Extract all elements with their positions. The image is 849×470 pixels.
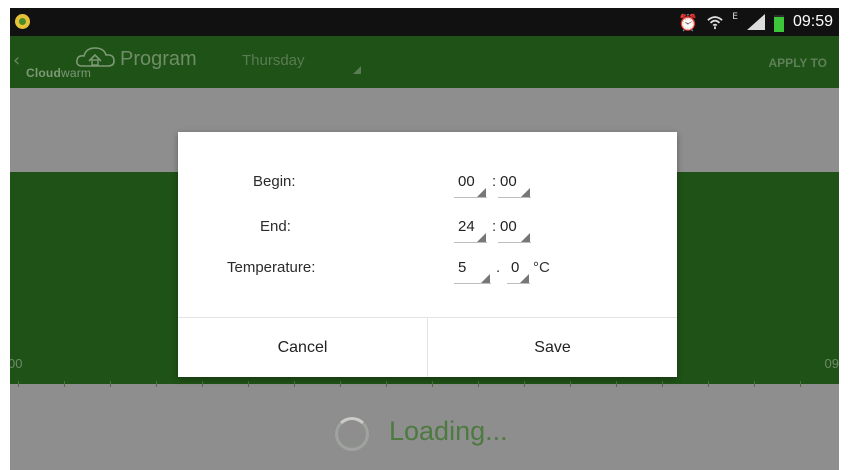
axis-tick <box>294 381 295 387</box>
network-type: E <box>732 12 738 22</box>
spinner-caret-icon[interactable] <box>521 233 530 242</box>
time-temperature-dialog: Begin: 00 : 00 End: 24 : 00 Temperature:… <box>178 132 677 377</box>
temperature-decimal-spinner[interactable]: 0 <box>511 259 519 276</box>
axis-tick <box>156 381 157 387</box>
time-separator: : <box>492 173 497 190</box>
alarm-icon: ⏰ <box>678 12 699 32</box>
wifi-icon <box>707 16 723 30</box>
app-notification-icon <box>15 14 30 29</box>
time-axis-ticks <box>10 381 839 393</box>
apply-to-button[interactable]: APPLY TO <box>769 56 827 70</box>
temperature-integer-spinner[interactable]: 5 <box>458 259 466 276</box>
axis-tick <box>754 381 755 387</box>
axis-end-label: 09 <box>824 356 839 371</box>
axis-tick <box>340 381 341 387</box>
axis-tick <box>662 381 663 387</box>
spinner-caret-icon[interactable] <box>477 188 486 197</box>
end-minute-underline <box>498 242 531 243</box>
spinner-caret-icon[interactable] <box>481 274 490 283</box>
brand-logo: Cloudwarm <box>26 66 91 80</box>
cancel-button[interactable]: Cancel <box>178 318 427 377</box>
axis-start-label: 00 <box>10 356 23 371</box>
axis-tick <box>570 381 571 387</box>
loading-spinner-icon <box>335 417 369 451</box>
temperature-label: Temperature: <box>227 259 316 276</box>
spinner-caret-icon[interactable] <box>521 188 530 197</box>
status-clock: 09:59 <box>792 13 833 30</box>
end-label: End: <box>260 218 291 235</box>
axis-tick <box>800 381 801 387</box>
signal-icon <box>746 14 765 30</box>
dropdown-caret-icon[interactable] <box>353 66 361 74</box>
axis-tick <box>616 381 617 387</box>
axis-tick <box>708 381 709 387</box>
page-title: Program <box>120 48 197 70</box>
end-minute-spinner[interactable]: 00 <box>500 218 517 235</box>
axis-tick <box>478 381 479 387</box>
back-arrow-icon[interactable]: ‹ <box>13 50 20 71</box>
phone-screen: ⏰ E 09:59 ‹ Cloudwarm Program Thursday A… <box>10 8 839 470</box>
begin-label: Begin: <box>253 173 296 190</box>
status-icons: ⏰ E 09:59 <box>678 10 833 34</box>
save-button[interactable]: Save <box>428 318 677 377</box>
spinner-caret-icon[interactable] <box>520 274 529 283</box>
logo-text-bold: Cloud <box>26 66 61 80</box>
logo-text-thin: warm <box>61 66 92 80</box>
axis-tick <box>18 381 19 387</box>
status-bar: ⏰ E 09:59 <box>10 8 839 36</box>
temperature-unit: °C <box>533 259 550 276</box>
decimal-separator: . <box>496 259 501 276</box>
temperature-decimal-underline <box>507 283 530 284</box>
day-selector[interactable]: Thursday <box>242 52 305 69</box>
begin-minute-underline <box>498 197 531 198</box>
axis-tick <box>64 381 65 387</box>
end-hour-spinner[interactable]: 24 <box>458 218 475 235</box>
battery-icon <box>773 12 784 32</box>
spinner-caret-icon[interactable] <box>477 233 486 242</box>
axis-tick <box>248 381 249 387</box>
end-hour-underline <box>454 242 487 243</box>
axis-tick <box>386 381 387 387</box>
action-bar: ‹ Cloudwarm Program Thursday APPLY TO <box>10 36 839 88</box>
time-separator: : <box>492 218 497 235</box>
loading-area: Loading... <box>10 393 839 470</box>
axis-tick <box>110 381 111 387</box>
axis-tick <box>202 381 203 387</box>
begin-hour-underline <box>454 197 487 198</box>
temperature-integer-underline <box>454 283 491 284</box>
loading-text: Loading... <box>389 416 508 446</box>
begin-hour-spinner[interactable]: 00 <box>458 173 475 190</box>
axis-tick <box>524 381 525 387</box>
axis-tick <box>432 381 433 387</box>
begin-minute-spinner[interactable]: 00 <box>500 173 517 190</box>
